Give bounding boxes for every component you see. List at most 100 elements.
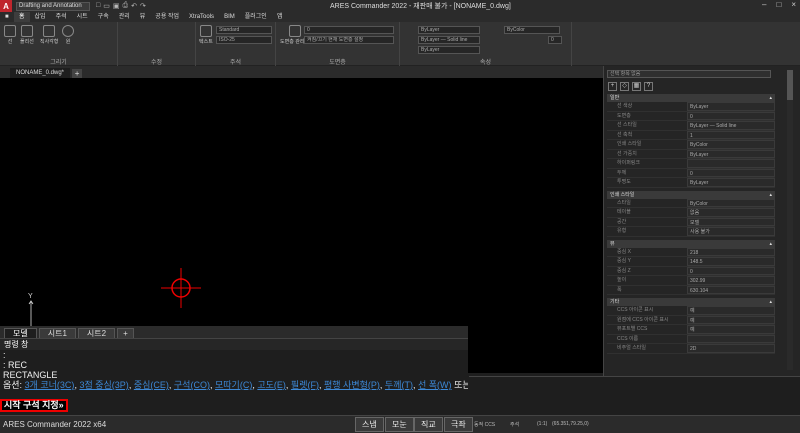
- property-value[interactable]: 0: [687, 266, 775, 275]
- maximize-icon[interactable]: □: [776, 0, 781, 9]
- property-value[interactable]: 예: [687, 315, 775, 324]
- snap-button[interactable]: 스냅: [355, 417, 384, 432]
- property-value[interactable]: 0: [687, 111, 775, 120]
- app-logo-icon[interactable]: A: [0, 0, 12, 12]
- menu-home[interactable]: 홈: [14, 12, 30, 22]
- property-value[interactable]: 630.104: [687, 285, 775, 294]
- option-chamfer[interactable]: 모따기(C): [215, 380, 252, 390]
- app-menu-icon[interactable]: ■: [0, 12, 14, 22]
- menu-insert[interactable]: 삽입: [30, 12, 51, 22]
- collapse-icon[interactable]: ▴: [769, 240, 772, 248]
- section-header[interactable]: 기타 ▴: [607, 298, 775, 306]
- rectangle-button[interactable]: 직사각형: [40, 25, 58, 45]
- option-parallelogram[interactable]: 평행 사변형(P): [324, 380, 380, 390]
- collapse-icon[interactable]: ▴: [769, 191, 772, 199]
- dynamic-ccs-status[interactable]: 동적 CCS: [474, 421, 495, 428]
- polar-button[interactable]: 극좌: [444, 417, 473, 432]
- option-3corners[interactable]: 3개 코너(3C): [25, 380, 75, 390]
- property-value[interactable]: 모델: [687, 217, 775, 226]
- menu-bim[interactable]: BIM: [219, 12, 240, 22]
- property-value[interactable]: 사용 불가: [687, 227, 775, 236]
- property-value[interactable]: 2D: [687, 344, 775, 353]
- tab-sheet1[interactable]: 시트1: [38, 328, 76, 338]
- option-thickness[interactable]: 두께(T): [385, 380, 413, 390]
- tab-sheet2[interactable]: 시트2: [77, 328, 116, 338]
- menu-plugins[interactable]: 플러그인: [240, 12, 272, 22]
- command-window[interactable]: 명령 창 : : REC RECTANGLE 옵션: 3개 코너(3C), 3점…: [0, 338, 468, 415]
- menu-constraint[interactable]: 구속: [93, 12, 114, 22]
- property-value[interactable]: ByLayer — Solid line: [687, 121, 775, 130]
- menu-sheet[interactable]: 시트: [72, 12, 93, 22]
- property-value[interactable]: 148.5: [687, 257, 775, 266]
- color-combo[interactable]: ByLayer: [418, 26, 480, 34]
- option-center[interactable]: 중심(CE): [134, 380, 169, 390]
- property-value[interactable]: 예: [687, 306, 775, 315]
- linestyle-combo[interactable]: ByLayer — Solid line: [418, 36, 480, 44]
- option-3points[interactable]: 3점 중심(3P): [79, 380, 128, 390]
- menu-annotate[interactable]: 주석: [51, 12, 72, 22]
- quick-select-icon[interactable]: ▦: [632, 82, 641, 91]
- menu-collaborate[interactable]: 공용 작업: [150, 12, 184, 22]
- select-objects-icon[interactable]: ◇: [620, 82, 629, 91]
- undo-icon[interactable]: ↶: [131, 2, 137, 10]
- option-corner[interactable]: 구석(CO): [174, 380, 210, 390]
- circle-button[interactable]: 원: [62, 25, 74, 45]
- annotation-status[interactable]: 주석: [510, 421, 519, 428]
- property-value[interactable]: ByLayer: [687, 149, 775, 158]
- layer-state-combo[interactable]: 켜짐/끄기 현재 도면층 설정: [304, 36, 394, 44]
- property-value[interactable]: 예: [687, 325, 775, 334]
- tab-model[interactable]: 모델: [4, 328, 37, 338]
- text-button[interactable]: 텍스트: [199, 25, 213, 45]
- properties-scrollbar[interactable]: [787, 70, 793, 370]
- option-fillet[interactable]: 필렛(F): [291, 380, 319, 390]
- document-tab[interactable]: NONAME_0.dwg*: [10, 68, 71, 78]
- redo-icon[interactable]: ↷: [140, 2, 146, 10]
- scrollbar-thumb[interactable]: [787, 70, 793, 100]
- print-icon[interactable]: ⎙: [122, 2, 128, 10]
- ortho-button[interactable]: 직교: [414, 417, 443, 432]
- print-style-combo[interactable]: ByColor: [504, 26, 560, 34]
- property-value[interactable]: 0: [687, 168, 775, 177]
- property-value[interactable]: 218: [687, 247, 775, 256]
- add-selection-icon[interactable]: +: [608, 82, 617, 91]
- section-header[interactable]: 인쇄 스타일 ▴: [607, 190, 775, 199]
- polyline-button[interactable]: 폴리선: [20, 25, 34, 45]
- minimize-icon[interactable]: –: [762, 0, 766, 9]
- add-sheet-button[interactable]: +: [117, 328, 134, 338]
- scale-status[interactable]: (1:1): [537, 421, 547, 427]
- menu-apps[interactable]: 앱: [272, 12, 288, 22]
- workspace-selector[interactable]: Drafting and Annotation: [16, 1, 90, 11]
- new-file-icon[interactable]: □: [96, 2, 100, 10]
- option-elevation[interactable]: 고도(E): [257, 380, 286, 390]
- collapse-icon[interactable]: ▴: [769, 298, 772, 306]
- section-header[interactable]: 뷰 ▴: [607, 239, 775, 248]
- property-value[interactable]: [687, 159, 775, 168]
- command-prompt[interactable]: 시작 구석 지정»: [0, 399, 68, 412]
- help-icon[interactable]: ?: [644, 82, 653, 91]
- dim-style-combo[interactable]: ISO-25: [216, 36, 272, 44]
- menu-xtratools[interactable]: XtraTools: [184, 12, 219, 22]
- grid-button[interactable]: 모눈: [385, 417, 414, 432]
- layer-combo[interactable]: 0: [304, 26, 394, 34]
- property-value[interactable]: [687, 334, 775, 343]
- text-style-combo[interactable]: Standard: [216, 26, 272, 34]
- open-file-icon[interactable]: ▭: [103, 2, 110, 10]
- close-icon[interactable]: ×: [791, 0, 796, 9]
- property-value[interactable]: ByLayer: [687, 178, 775, 187]
- collapse-icon[interactable]: ▴: [769, 94, 772, 102]
- save-icon[interactable]: ▣: [113, 2, 120, 10]
- transparency-field[interactable]: 0: [548, 36, 562, 44]
- property-value[interactable]: 없음: [687, 208, 775, 217]
- line-button[interactable]: 선: [4, 25, 16, 45]
- lineweight-combo[interactable]: ByLayer: [418, 46, 480, 54]
- property-value[interactable]: ByLayer: [687, 102, 775, 111]
- property-value[interactable]: ByColor: [687, 140, 775, 149]
- selection-combo[interactable]: 선택 항목 없음: [607, 70, 771, 78]
- property-value[interactable]: 302.99: [687, 276, 775, 285]
- section-header[interactable]: 일반 ▴: [607, 94, 775, 102]
- menu-manage[interactable]: 관리: [114, 12, 135, 22]
- option-line-width[interactable]: 선 폭(W): [418, 380, 452, 390]
- new-tab-button[interactable]: +: [72, 69, 83, 78]
- menu-view[interactable]: 뷰: [135, 12, 151, 22]
- property-value[interactable]: 1: [687, 130, 775, 139]
